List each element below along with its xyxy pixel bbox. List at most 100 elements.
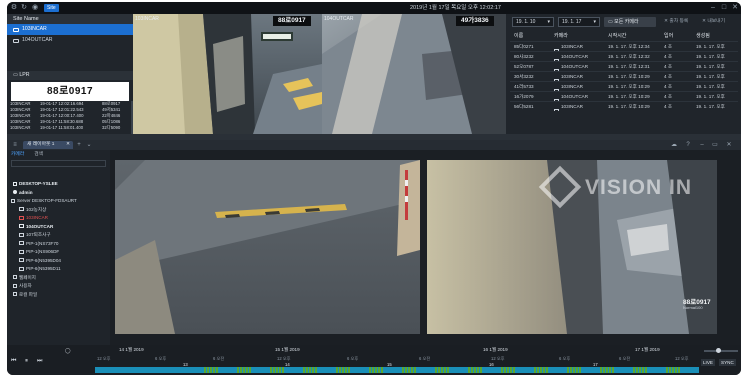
recording-segment	[375, 367, 377, 373]
timeline[interactable]: ⏮ ⏸ ⏭ ◯ 14 1월 2019 15 1월 2019 16 1월 2019 17…	[7, 345, 741, 375]
settings-icon[interactable]: ⚙	[10, 4, 18, 12]
table-row[interactable]: 52오0787 104OUTCAR 19. 1. 17. 오후 12:31 4 초 19…	[510, 61, 738, 71]
add-tab-icon[interactable]: +	[75, 141, 83, 149]
maximize-icon[interactable]: □	[720, 4, 728, 12]
skip-forward-icon[interactable]: ⏭	[37, 358, 42, 365]
column-header-duration[interactable]: 입어	[664, 31, 696, 41]
menu-icon[interactable]: ≡	[11, 141, 19, 149]
export-link[interactable]: ✕ 내보내기	[702, 17, 725, 27]
camera-view-103incar-large[interactable]	[115, 160, 420, 334]
all-cameras-label: 모든 카메라	[614, 19, 639, 25]
recording-segment	[612, 367, 614, 373]
date-to-field[interactable]: 19. 1. 17 ▾	[558, 17, 600, 27]
minimize-icon[interactable]: –	[698, 141, 706, 149]
recording-segment	[378, 367, 380, 373]
restore-icon[interactable]: ▭	[711, 141, 719, 149]
tree-node[interactable]: 103INCAR	[19, 214, 48, 221]
layout-tab[interactable]: 새 레이아웃 1 ✕	[23, 141, 73, 149]
chevron-down-icon[interactable]: ⌄	[85, 141, 93, 149]
timeline-bar[interactable]	[95, 367, 699, 373]
column-header-name[interactable]: 이름	[510, 31, 554, 41]
tree-node[interactable]: 로컬 파일	[13, 291, 37, 298]
chevron-down-icon: ▾	[547, 19, 550, 25]
site-item-103incar[interactable]: 103INCAR	[7, 24, 133, 35]
site-item-104outcar[interactable]: 104OUTCAR	[7, 35, 133, 46]
cell-name: 16가2079	[514, 94, 534, 99]
recording-segment	[342, 367, 344, 373]
tree-node[interactable]: PIP-1(NS906DF	[19, 248, 59, 255]
table-row[interactable]: 41러5733 103INCAR 19. 1. 17. 오후 10:29 4 초 19.…	[510, 81, 738, 91]
skip-back-icon[interactable]: ⏮	[11, 358, 16, 365]
recording-segment	[216, 367, 218, 373]
tree-node[interactable]: PIP-6(N5395D11	[19, 265, 61, 272]
tree-node[interactable]: 104OUTCAR	[19, 223, 53, 230]
timeline-zoom-slider[interactable]	[704, 348, 738, 353]
camera-view-103incar[interactable]: 103INCAR 88로0917	[133, 14, 322, 134]
event-table: 이름 카메라 시작시간 입어 생성됨 85다0271 103INCAR 19. 1.…	[510, 31, 738, 111]
date-from-field[interactable]: 19. 1. 10 ▾	[512, 17, 554, 27]
tree-node[interactable]: 웹페이지	[13, 274, 36, 281]
tree-node[interactable]: Server DESKTOP-FDSAURT	[11, 197, 77, 204]
tree-node[interactable]: PIP-1(NS73F70	[19, 240, 58, 247]
recording-segment	[573, 367, 575, 373]
close-icon[interactable]: ✕	[731, 4, 739, 12]
camera-icon	[19, 266, 24, 271]
computer-icon	[13, 181, 17, 186]
tree-node[interactable]: 사용자	[13, 282, 32, 289]
zoom-knob[interactable]	[716, 348, 721, 353]
cloud-icon[interactable]: ☁	[670, 141, 678, 149]
camera-label: 104OUTCAR	[324, 16, 354, 22]
pause-icon[interactable]: ⏸	[25, 358, 28, 365]
folder-icon	[13, 275, 17, 279]
close-icon[interactable]: ✕	[725, 141, 733, 149]
column-header-created[interactable]: 생성됨	[696, 31, 736, 41]
tree-node[interactable]: PIP-6(N5395D04	[19, 257, 61, 264]
tree-node-label: 103INCAR	[26, 215, 48, 220]
close-icon[interactable]: ✕	[66, 141, 70, 149]
register-exit-link[interactable]: ✕ 출차 등록	[664, 17, 688, 27]
camera-icon	[554, 108, 559, 111]
lpr-cell-plate: 32다5090	[102, 125, 121, 130]
table-row[interactable]: 30서3232 103INCAR 19. 1. 17. 오후 10:29 4 초 19.…	[510, 71, 738, 81]
table-row[interactable]: 103INCAR 19-01-17 11:58:01.400 32다5090	[10, 125, 130, 131]
tab-search[interactable]: 검색	[34, 150, 43, 159]
all-cameras-button[interactable]: ▭ 모든 카메라	[604, 17, 656, 27]
tree-search-input[interactable]	[11, 160, 106, 167]
tree-node[interactable]: 107퇴조사구	[19, 231, 51, 238]
timeline-hour-label: 12 오후	[97, 356, 111, 361]
pin-icon[interactable]: ◉	[31, 4, 39, 12]
recording-segment	[414, 367, 416, 373]
camera-icon	[13, 38, 19, 43]
camera-view-104outcar-large[interactable]: VISION IN 88로0917 Normal100	[427, 160, 717, 334]
live-button[interactable]: LIVE	[701, 359, 715, 366]
lpr-header: ▭ LPR	[7, 71, 133, 80]
tree-node[interactable]: DESKTOP-YSLEE	[13, 180, 58, 187]
refresh-icon[interactable]: ↻	[20, 4, 28, 12]
column-header-start[interactable]: 시작시간	[608, 31, 664, 41]
cell-camera: 104OUTCAR	[554, 52, 608, 61]
table-row[interactable]: 80사3232 104OUTCAR 19. 1. 17. 오후 12:32 4 초 19…	[510, 51, 738, 61]
site-tag[interactable]: Site	[44, 4, 59, 12]
column-header-camera[interactable]: 카메라	[554, 31, 608, 41]
tab-cameras[interactable]: 카메라	[11, 150, 24, 159]
table-row[interactable]: 56다5281 103INCAR 19. 1. 17. 오후 10:29 4 초 19.…	[510, 101, 738, 111]
recording-segment	[282, 367, 284, 373]
camera-view-104outcar[interactable]: 104OUTCAR 49가3836	[322, 14, 506, 134]
tree-node-label: 사용자	[19, 283, 32, 288]
table-row[interactable]: 16가2079 104OUTCAR 19. 1. 17. 오후 10:29 4 초 19…	[510, 91, 738, 101]
recording-segment	[213, 367, 215, 373]
cell-duration: 4 초	[664, 54, 673, 59]
cell-name: 30서3232	[514, 74, 534, 79]
camera-icon	[554, 98, 559, 101]
table-row[interactable]: 85다0271 103INCAR 19. 1. 17. 오후 12:34 4 초 19.…	[510, 41, 738, 51]
tree-node-label: Server DESKTOP-FDSAURT	[17, 198, 77, 203]
minimize-icon[interactable]: –	[709, 4, 717, 12]
speed-slider-icon[interactable]: ◯	[65, 348, 71, 354]
camera-icon	[554, 88, 559, 91]
tree-node[interactable]: 102농지상	[19, 206, 46, 213]
help-icon[interactable]: ?	[684, 141, 692, 149]
cell-camera: 103INCAR	[554, 42, 608, 51]
lpr-cell-time: 19-01-17 11:58:01.400	[40, 125, 84, 130]
sync-button[interactable]: SYNC	[719, 359, 736, 366]
tree-node[interactable]: admin	[13, 189, 33, 196]
